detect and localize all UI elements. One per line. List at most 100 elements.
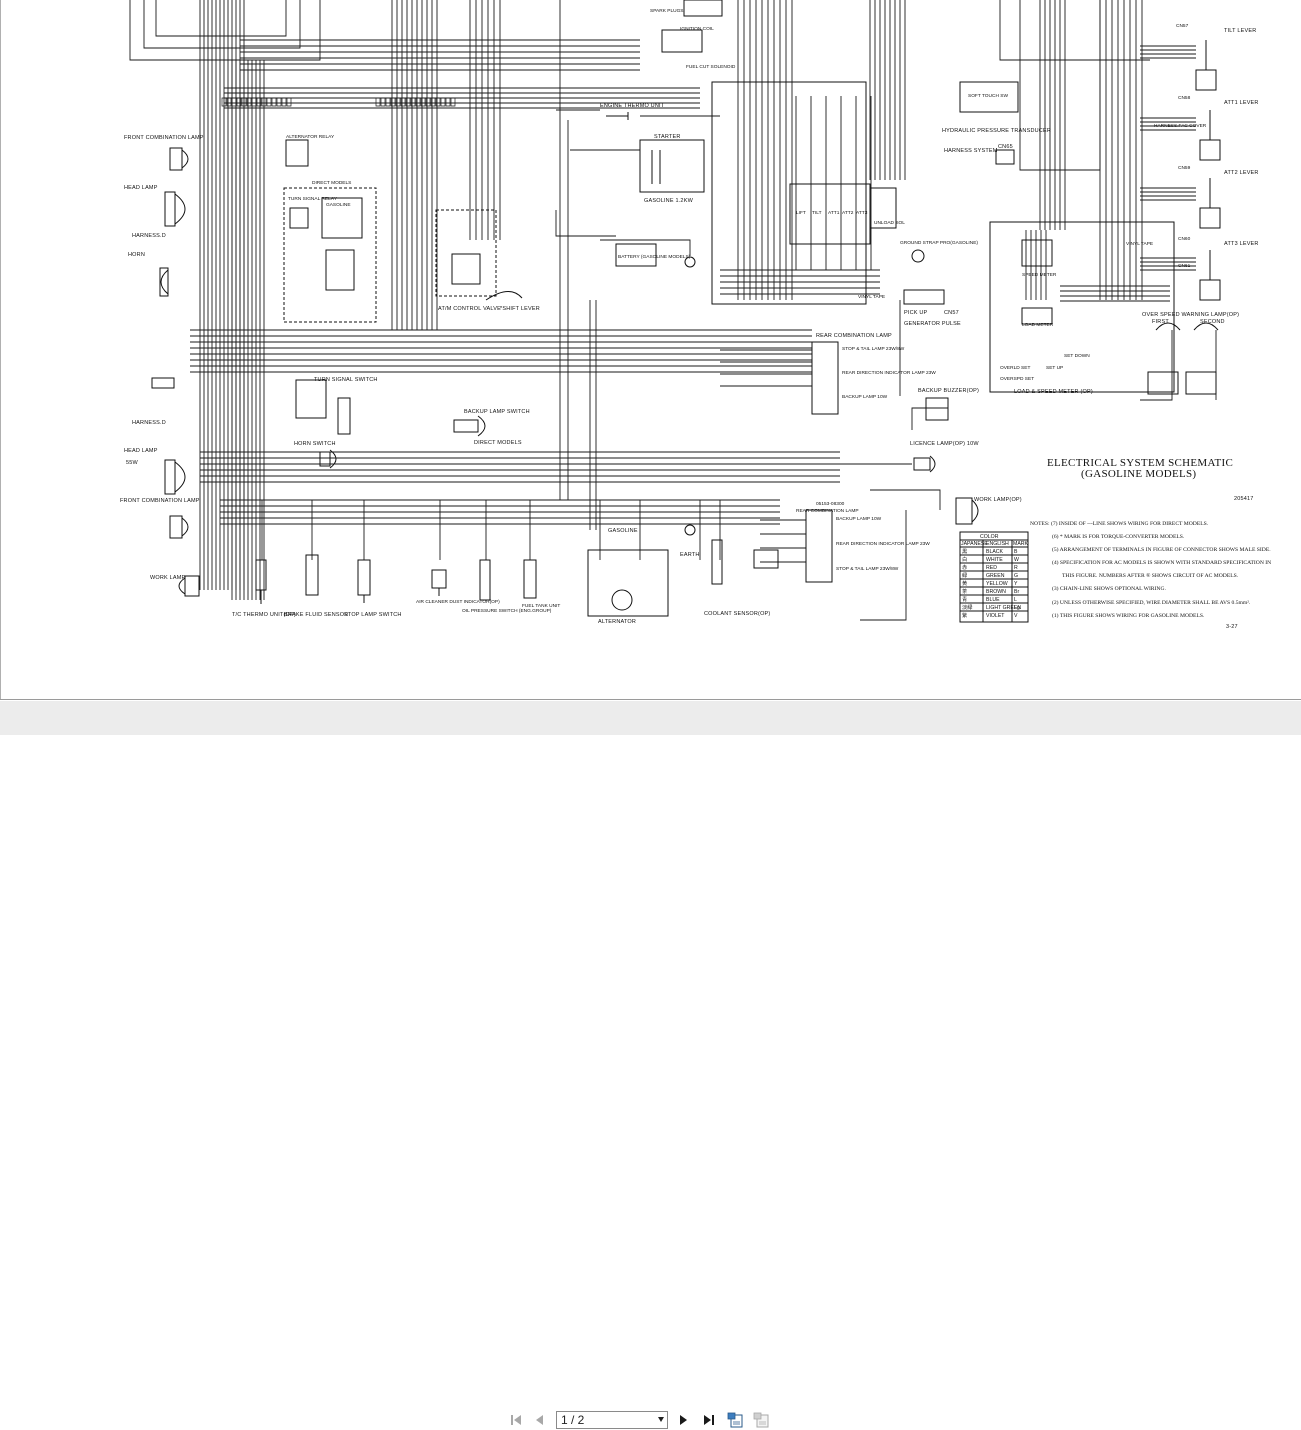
coolant-sensor-label: COOLANT SENSOR(OP)	[704, 611, 770, 617]
previous-page-button[interactable]	[531, 1411, 549, 1429]
work-lamp-left-label: WORK LAMP	[150, 575, 186, 581]
previous-page-icon	[536, 1415, 543, 1425]
first-page-button[interactable]	[507, 1411, 525, 1429]
page-number-select[interactable]: 1 / 2	[556, 1411, 668, 1429]
tilt-lever-glyph	[1195, 40, 1217, 91]
air-cleaner-label: AIR CLEANER DUST INDICATOR(OP)	[416, 599, 500, 605]
wire	[155, 0, 287, 37]
fit-page-button[interactable]	[725, 1410, 745, 1430]
work-lamp-right-label: WORK LAMP(OP)	[974, 497, 1022, 503]
load-speed-meter-label: LOAD & SPEED METER (OP)	[1014, 389, 1093, 395]
backup-buzzer-glyph	[925, 397, 949, 421]
earth-label: EARTH	[680, 552, 700, 558]
color-table-title: COLOR	[980, 534, 999, 540]
harness-d-mid-label: HARNESS.D	[132, 420, 166, 426]
att3-label: ATT3	[856, 210, 868, 216]
starter-label: STARTER	[654, 134, 681, 140]
att1-lever-glyph	[1199, 110, 1221, 161]
wire	[143, 0, 301, 49]
atm-control-valve-label: AT/M CONTROL VALVE	[438, 306, 501, 312]
color-table-cell: B	[1014, 549, 1018, 555]
fuel-tank-unit-glyph	[523, 559, 537, 599]
generator-pulse-label: GENERATOR PULSE	[904, 321, 961, 327]
cn58-label: CN58	[1178, 95, 1191, 101]
color-table-cell: W	[1014, 557, 1019, 563]
color-table-cell: Br	[1014, 589, 1019, 595]
lift-label: LIFT	[796, 210, 806, 216]
starter-windings-glyph	[651, 150, 661, 184]
rear-direction-bottom-label: REAR DIRECTION INDICATOR LAMP 23W	[836, 541, 930, 547]
color-table-cell: 青	[962, 595, 967, 603]
next-page-button[interactable]	[674, 1411, 692, 1429]
att2-lever-glyph	[1199, 178, 1221, 229]
ground-strap-label: GROUND STRAP PRO(GASOLINE)	[900, 240, 978, 246]
fit-width-icon	[753, 1412, 769, 1428]
backup-lamp-switch-glyph	[453, 415, 486, 437]
front-combination-lamp-bottom-label: FRONT COMBINATION LAMP	[120, 498, 200, 504]
note-4: (4) SPECIFICATION FOR AC MODELS IS SHOWN…	[1052, 559, 1271, 566]
engine-thermo-unit-glyph	[606, 112, 629, 120]
wire	[271, 97, 277, 107]
wire	[251, 97, 257, 107]
cn65-glyph	[995, 149, 1015, 165]
page-number-value: 1 / 2	[561, 1413, 585, 1427]
schematic-diagram: FRONT COMBINATION LAMP HEAD LAMP HARNESS…	[120, 0, 1271, 630]
rear-combination-lamp-top-glyph	[811, 341, 839, 415]
wire	[1140, 330, 1173, 401]
starter-glyph	[639, 139, 705, 193]
horn-glyph	[159, 267, 169, 297]
fuel-cut-solenoid-label: FUEL CUT SOLENOID	[686, 64, 736, 70]
wire	[231, 97, 237, 107]
color-table-cell: VIOLET	[986, 613, 1005, 619]
stop-tail-bottom-label: STOP & TAIL LAMP 23W/8W	[836, 566, 899, 572]
document-viewport[interactable]: FRONT COMBINATION LAMP HEAD LAMP HARNESS…	[0, 0, 1301, 700]
color-table-cell: 黄	[962, 579, 967, 587]
color-table-header-en: ENGLISH	[986, 541, 1009, 547]
note-3: (3) CHAIN-LINE SHOWS OPTIONAL WIRING.	[1052, 585, 1166, 592]
overspd-set-label: OVERSPD SET	[1000, 376, 1034, 382]
first-page-icon	[511, 1415, 521, 1425]
color-table-cell: RED	[986, 565, 997, 571]
ignition-coil-label: IGNITION COIL	[680, 26, 714, 32]
load-meter-label: LOAD METER	[1022, 322, 1054, 328]
alternator-rotor-glyph	[611, 589, 633, 611]
oil-pressure-switch-glyph	[479, 559, 491, 601]
cn65-label: CN65	[998, 144, 1013, 150]
wire	[129, 0, 321, 61]
note-7: NOTES: (7) INSIDE OF ---LINE SHOWS WIRIN…	[1030, 520, 1209, 527]
color-table-cell: 茶	[962, 587, 968, 595]
att1-lever-label: ATT1 LEVER	[1224, 100, 1259, 106]
direct-models-2-label: DIRECT MODELS	[474, 440, 522, 446]
backup-buzzer-label: BACKUP BUZZER(OP)	[918, 388, 979, 394]
coolant-sensor-glyph	[711, 539, 723, 585]
fit-page-icon	[727, 1412, 743, 1428]
last-page-button[interactable]	[700, 1411, 718, 1429]
speed-meter-glyph	[1021, 239, 1053, 267]
unload-sol-label: UNLOAD SOL	[874, 220, 905, 226]
relay-coil	[289, 207, 309, 229]
color-table-cell: 紫	[962, 612, 967, 619]
wire	[911, 407, 948, 430]
air-cleaner-glyph	[431, 569, 447, 596]
cn57-r-label: CN57	[1176, 23, 1189, 29]
fit-width-button[interactable]	[751, 1410, 771, 1430]
wire	[286, 97, 292, 107]
part-no-label: 05153-08300	[816, 501, 845, 507]
head-lamp-watt-label: 55W	[126, 460, 139, 466]
stop-tail-top-label: STOP & TAIL LAMP 23W/8W	[842, 346, 905, 352]
head-lamp-bottom-label: HEAD LAMP	[124, 448, 158, 454]
note-6: (6) * MARK IS FOR TORQUE-CONVERTER MODEL…	[1052, 533, 1185, 540]
color-table-cell: 緑	[962, 571, 968, 579]
over-speed-warning-label: OVER SPEED WARNING LAMP(OP)	[1142, 312, 1239, 318]
backup-lamp-top-label: BACKUP LAMP 10W	[842, 394, 888, 400]
color-table-cell: YELLOW	[986, 581, 1008, 587]
head-lamp-top-label: HEAD LAMP	[124, 185, 158, 191]
wire	[266, 97, 272, 107]
licence-lamp-glyph	[913, 455, 936, 473]
stop-lamp-switch-glyph	[357, 559, 371, 603]
horn-switch-glyph	[319, 449, 337, 469]
harness-d-top-label: HARNESS.D	[132, 233, 166, 239]
licence-lamp-label: LICENCE LAMP(OP) 10W	[910, 441, 979, 447]
first-label: FIRST	[1152, 319, 1169, 325]
wiring-harness	[129, 0, 1217, 621]
